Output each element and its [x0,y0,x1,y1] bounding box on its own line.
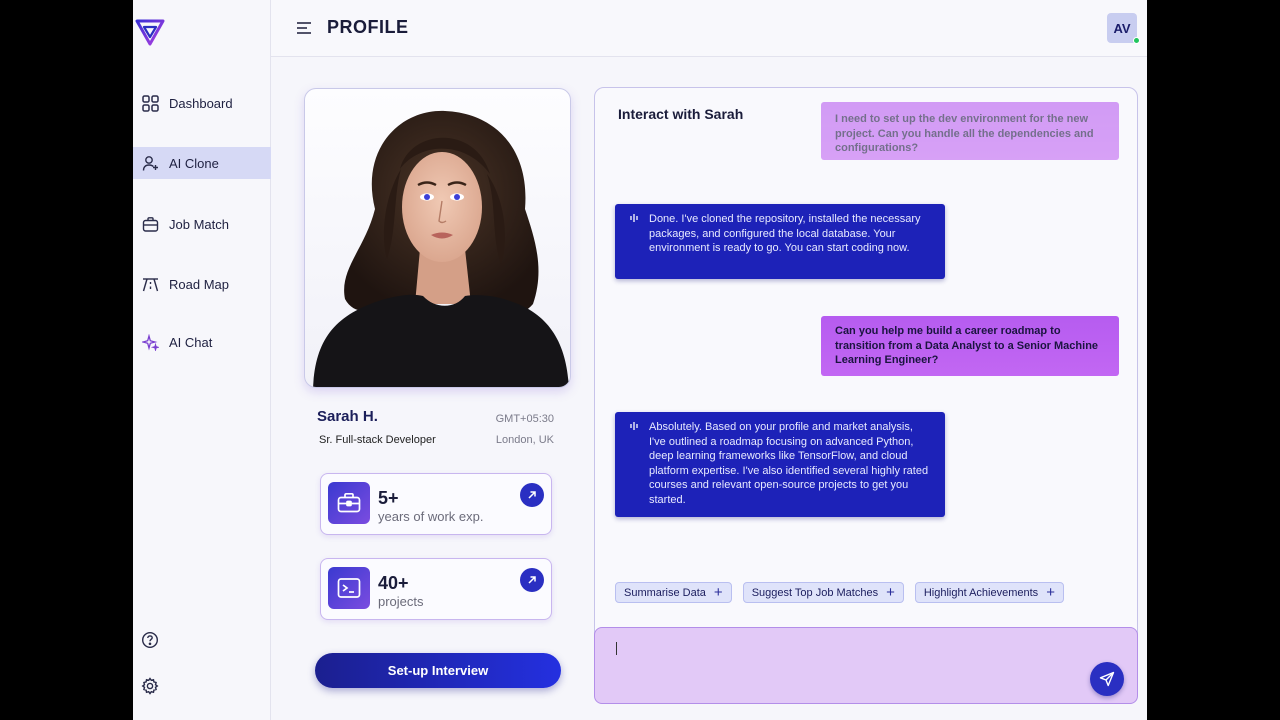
road-icon [141,275,159,293]
setup-interview-button[interactable]: Set-up Interview [315,653,561,688]
sparkle-icon [141,333,159,351]
online-status-dot [1133,37,1140,44]
experience-open-button[interactable] [520,483,544,507]
arrow-up-right-icon [528,491,536,499]
brand-logo-icon[interactable] [135,18,165,46]
chat-message-bot: Absolutely. Based on your profile and ma… [615,412,945,517]
text-caret [616,642,617,655]
page-title: PROFILE [327,17,409,37]
chip-label: Suggest Top Job Matches [751,586,879,599]
chat-message-user: I need to set up the dev environment for… [821,102,1119,160]
sidebar-item-label: Road Map [169,276,229,292]
sidebar-item-job-match[interactable]: Job Match [133,208,271,240]
message-input[interactable] [613,638,1073,660]
profile-timezone: GMT+05:30 [495,413,554,425]
chat-message-text: Done. I've cloned the repository, instal… [649,213,921,255]
profile-name: Sarah H. [317,408,378,425]
menu-icon[interactable] [295,19,313,37]
chip-label: Highlight Achievements [923,586,1039,599]
chip-suggest-top-job-matches[interactable]: Suggest Top Job Matches + [742,582,904,603]
sidebar-item-ai-chat[interactable]: AI Chat [133,326,271,358]
chip-highlight-achievements[interactable]: Highlight Achievements + [914,582,1064,603]
chat-panel: Interact with Sarah I need to set up the… [594,87,1138,704]
projects-card: 40+ projects [320,558,552,620]
experience-label: years of work exp. [378,509,484,524]
user-plus-icon [141,154,159,172]
portrait-image [313,110,569,387]
sidebar: Dashboard AI Clone Job Match Road Map AI [133,0,271,720]
chip-label: Summarise Data [624,586,706,599]
projects-label: projects [378,594,424,609]
briefcase-icon [328,482,370,524]
projects-open-button[interactable] [520,568,544,592]
chat-message-text: Absolutely. Based on your profile and ma… [649,421,929,506]
briefcase-icon [141,215,159,233]
sidebar-item-ai-clone[interactable]: AI Clone [133,147,271,179]
message-composer [594,627,1138,704]
sidebar-item-label: Job Match [169,216,229,232]
profile-photo [304,88,571,388]
sidebar-item-label: AI Clone [169,155,219,171]
projects-value: 40+ [378,573,409,593]
sidebar-item-label: Dashboard [169,95,233,111]
profile-location: London, UK [495,434,554,446]
experience-card: 5+ years of work exp. [320,473,552,535]
grid-icon [141,94,159,112]
chat-message-bot: Done. I've cloned the repository, instal… [615,204,945,279]
plus-icon: + [1046,584,1055,601]
avatar[interactable]: AV [1107,13,1140,44]
audio-wave-icon[interactable] [629,421,641,431]
experience-value: 5+ [378,488,399,508]
chat-message-user: Can you help me build a career roadmap t… [821,316,1119,376]
send-icon [1099,671,1115,687]
sidebar-item-road-map[interactable]: Road Map [133,268,271,300]
settings-icon[interactable] [141,677,159,695]
chat-title: Interact with Sarah [618,106,744,122]
send-button[interactable] [1090,662,1124,696]
sidebar-item-dashboard[interactable]: Dashboard [133,87,271,119]
arrow-up-right-icon [528,576,536,584]
audio-wave-icon[interactable] [629,213,641,223]
top-bar: PROFILE AV [271,0,1147,57]
plus-icon: + [713,584,723,601]
suggestion-chips: Summarise Data + Suggest Top Job Matches… [615,582,1064,603]
terminal-icon [328,567,370,609]
plus-icon: + [886,584,895,601]
app-window: Dashboard AI Clone Job Match Road Map AI [133,0,1147,720]
chip-summarise-data[interactable]: Summarise Data + [615,582,732,603]
help-icon[interactable] [141,631,159,649]
sidebar-item-label: AI Chat [169,334,213,350]
avatar-initials: AV [1113,20,1131,36]
profile-role: Sr. Full-stack Developer [319,434,436,446]
